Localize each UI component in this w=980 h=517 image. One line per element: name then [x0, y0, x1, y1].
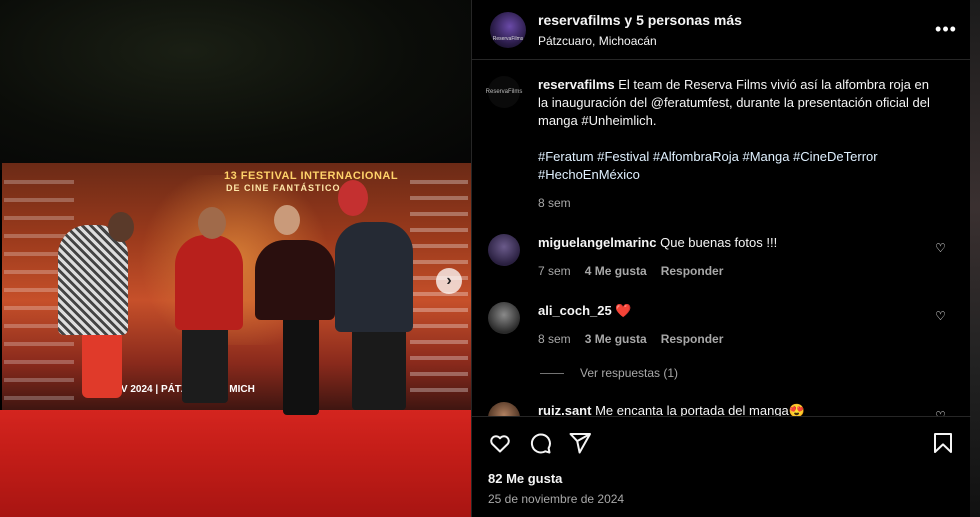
- post-location[interactable]: Pátzcuaro, Michoacán: [538, 34, 934, 48]
- person-2: [175, 235, 243, 330]
- share-button[interactable]: [568, 431, 592, 455]
- comment-time[interactable]: 8 sem: [538, 330, 571, 348]
- caption-avatar[interactable]: ReservaFilms: [485, 76, 523, 108]
- comment-item: miguelangelmarinc Que buenas fotos !!! 7…: [488, 234, 955, 280]
- comment-avatar[interactable]: [488, 402, 520, 416]
- post-side-panel: ReservaFilms reservafilms y 5 personas m…: [471, 0, 971, 517]
- person-2-legs: [182, 318, 228, 403]
- reply-button[interactable]: Responder: [661, 330, 724, 348]
- caption-avatar-text: ReservaFilms: [485, 89, 523, 95]
- comment-item: ruiz.sant Me encanta la portada del mang…: [488, 402, 955, 416]
- comment-username[interactable]: miguelangelmarinc: [538, 235, 656, 250]
- author-avatar[interactable]: ReservaFilms: [490, 11, 526, 48]
- person-1-head: [108, 212, 134, 242]
- share-icon: [569, 433, 591, 454]
- likes-count[interactable]: 82 Me gusta: [488, 471, 955, 486]
- comment-button[interactable]: [528, 431, 552, 455]
- post-actions: 82 Me gusta 25 de noviembre de 2024: [472, 416, 971, 517]
- comment-body: miguelangelmarinc Que buenas fotos !!! 7…: [538, 234, 938, 280]
- action-icons: [488, 417, 955, 469]
- bookmark-icon: [934, 433, 952, 453]
- comment-text: Que buenas fotos !!!: [660, 235, 778, 250]
- banner-title: 13 FESTIVAL INTERNACIONAL: [224, 170, 399, 182]
- comment-avatar[interactable]: [488, 234, 520, 266]
- comment-username[interactable]: ruiz.sant: [538, 403, 591, 416]
- backdrop-feed-edge: [970, 0, 980, 517]
- like-comment-heart-icon[interactable]: ♡: [934, 310, 947, 323]
- person-4: [335, 222, 413, 332]
- post-date[interactable]: 25 de noviembre de 2024: [488, 492, 955, 506]
- comment-username[interactable]: ali_coch_25: [538, 303, 612, 318]
- person-3: [255, 240, 335, 320]
- comment-likes[interactable]: 4 Me gusta: [585, 262, 647, 280]
- heart-icon: [490, 435, 510, 453]
- comment-avatar[interactable]: [488, 302, 520, 334]
- person-3-head: [274, 205, 300, 235]
- comment-icon: [530, 433, 551, 454]
- post-media[interactable]: 13 FESTIVAL INTERNACIONAL DE CINE FANTÁS…: [0, 0, 471, 517]
- comment-item: ali_coch_25 ❤️ 8 sem 3 Me gusta Responde…: [488, 302, 955, 348]
- more-options-button[interactable]: •••: [934, 18, 958, 42]
- next-image-button[interactable]: ›: [436, 268, 462, 294]
- caption-time[interactable]: 8 sem: [538, 194, 571, 212]
- caption-meta: 8 sem: [538, 194, 938, 212]
- comment-text: Me encanta la portada del manga😍: [595, 403, 805, 416]
- post-header: ReservaFilms reservafilms y 5 personas m…: [472, 0, 970, 60]
- view-replies-button[interactable]: Ver respuestas (1): [540, 366, 955, 380]
- caption-username[interactable]: reservafilms: [538, 77, 615, 92]
- replies-line: [540, 372, 564, 374]
- banner-subtitle: DE CINE FANTÁSTICO: [226, 183, 341, 193]
- comment-body: ruiz.sant Me encanta la portada del mang…: [538, 402, 938, 416]
- like-comment-heart-icon[interactable]: ♡: [934, 242, 947, 255]
- person-4-head: [338, 180, 368, 216]
- more-horizontal-icon: •••: [935, 19, 957, 39]
- comment-meta: 8 sem 3 Me gusta Responder: [538, 330, 938, 348]
- comment-time[interactable]: 7 sem: [538, 262, 571, 280]
- comments-list[interactable]: ReservaFilms reservafilms El team de Res…: [472, 60, 971, 416]
- person-2-head: [198, 207, 226, 239]
- photo-night-trees: [0, 0, 471, 170]
- chevron-right-icon: ›: [446, 272, 452, 289]
- header-text: reservafilms y 5 personas más Pátzcuaro,…: [538, 12, 934, 48]
- view-replies-label: Ver respuestas (1): [580, 366, 679, 380]
- avatar-text: ReservaFilms: [492, 35, 524, 42]
- comment-text: ❤️: [615, 303, 632, 318]
- like-button[interactable]: [488, 431, 512, 455]
- comment-meta: 7 sem 4 Me gusta Responder: [538, 262, 938, 280]
- reply-button[interactable]: Responder: [661, 262, 724, 280]
- comment-body: ali_coch_25 ❤️ 8 sem 3 Me gusta Responde…: [538, 302, 938, 348]
- post-caption: ReservaFilms reservafilms El team de Res…: [485, 60, 955, 212]
- caption-body: reservafilms El team de Reserva Films vi…: [538, 76, 938, 212]
- save-button[interactable]: [931, 431, 955, 455]
- caption-hashtags[interactable]: #Feratum #Festival #AlfombraRoja #Manga …: [538, 149, 878, 182]
- red-carpet: [0, 410, 471, 517]
- author-names[interactable]: reservafilms y 5 personas más: [538, 12, 934, 28]
- post-modal: 13 FESTIVAL INTERNACIONAL DE CINE FANTÁS…: [0, 0, 971, 517]
- comment-likes[interactable]: 3 Me gusta: [585, 330, 647, 348]
- person-3-legs: [283, 315, 319, 415]
